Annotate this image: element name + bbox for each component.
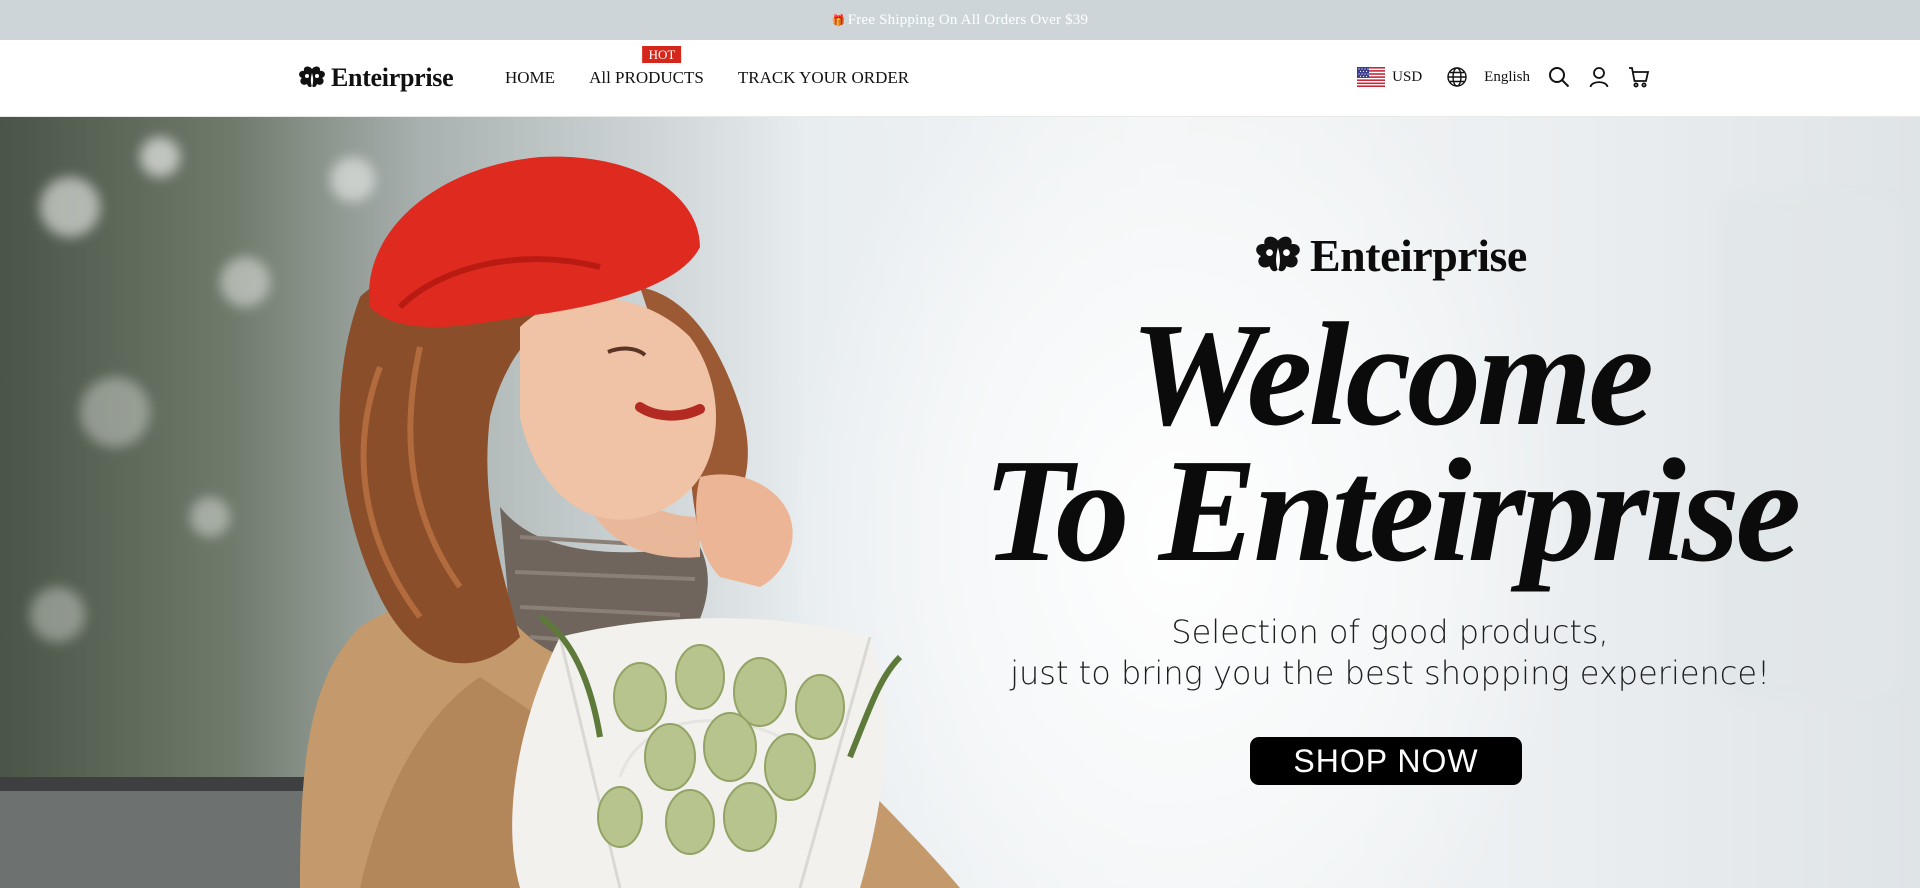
hero-logo: Enteirprise (1252, 229, 1527, 282)
language-selector[interactable]: English (1444, 64, 1530, 90)
language-label: English (1484, 68, 1530, 85)
nav-item-track-order[interactable]: TRACK YOUR ORDER (738, 68, 909, 88)
clover-icon (1256, 236, 1300, 271)
user-icon[interactable] (1586, 64, 1612, 90)
hero-heading-line-1: Welcome (1130, 293, 1654, 457)
hero-subtitle-line-1: Selection of good products, (1171, 613, 1609, 651)
header-icons (1546, 64, 1652, 90)
hero-banner: Enteirprise Welcome To Enteirprise Selec… (0, 117, 1920, 888)
main-nav: HOME All PRODUCTS HOT TRACK YOUR ORDER (505, 46, 909, 88)
currency-selector[interactable]: USD (1357, 67, 1422, 87)
header-logo[interactable]: Enteirprise (297, 62, 454, 94)
gift-icon: 🎁 (831, 14, 846, 27)
cart-icon[interactable] (1626, 64, 1652, 90)
shop-now-button[interactable]: SHOP NOW (1250, 737, 1522, 785)
announcement-bar: 🎁 Free Shipping On All Orders Over $39 (0, 0, 1920, 40)
search-icon[interactable] (1546, 64, 1572, 90)
site-header: Enteirprise HOME All PRODUCTS HOT TRACK … (0, 40, 1920, 117)
announcement-text: Free Shipping On All Orders Over $39 (847, 11, 1089, 28)
hero-photo (0, 156, 960, 888)
hero-logo-wordmark: Enteirprise (1310, 230, 1527, 281)
hero-subtitle: Selection of good products, just to brin… (920, 612, 1860, 694)
hero-content: Enteirprise Welcome To Enteirprise Selec… (920, 117, 1860, 888)
nav-item-all-products[interactable]: All PRODUCTS HOT (589, 46, 704, 88)
header-utilities: USD English (1357, 64, 1652, 90)
us-flag-icon (1357, 67, 1386, 87)
currency-label: USD (1392, 68, 1423, 85)
logo-wordmark: Enteirprise (331, 63, 454, 92)
hot-badge: HOT (642, 46, 682, 63)
hero-heading-line-2: To Enteirprise (982, 429, 1801, 593)
clover-icon (299, 66, 325, 88)
nav-item-label: All PRODUCTS (589, 68, 704, 87)
nav-item-home[interactable]: HOME (505, 68, 555, 88)
globe-icon (1444, 64, 1470, 90)
hero-subtitle-line-2: just to bring you the best shopping expe… (1010, 654, 1770, 692)
